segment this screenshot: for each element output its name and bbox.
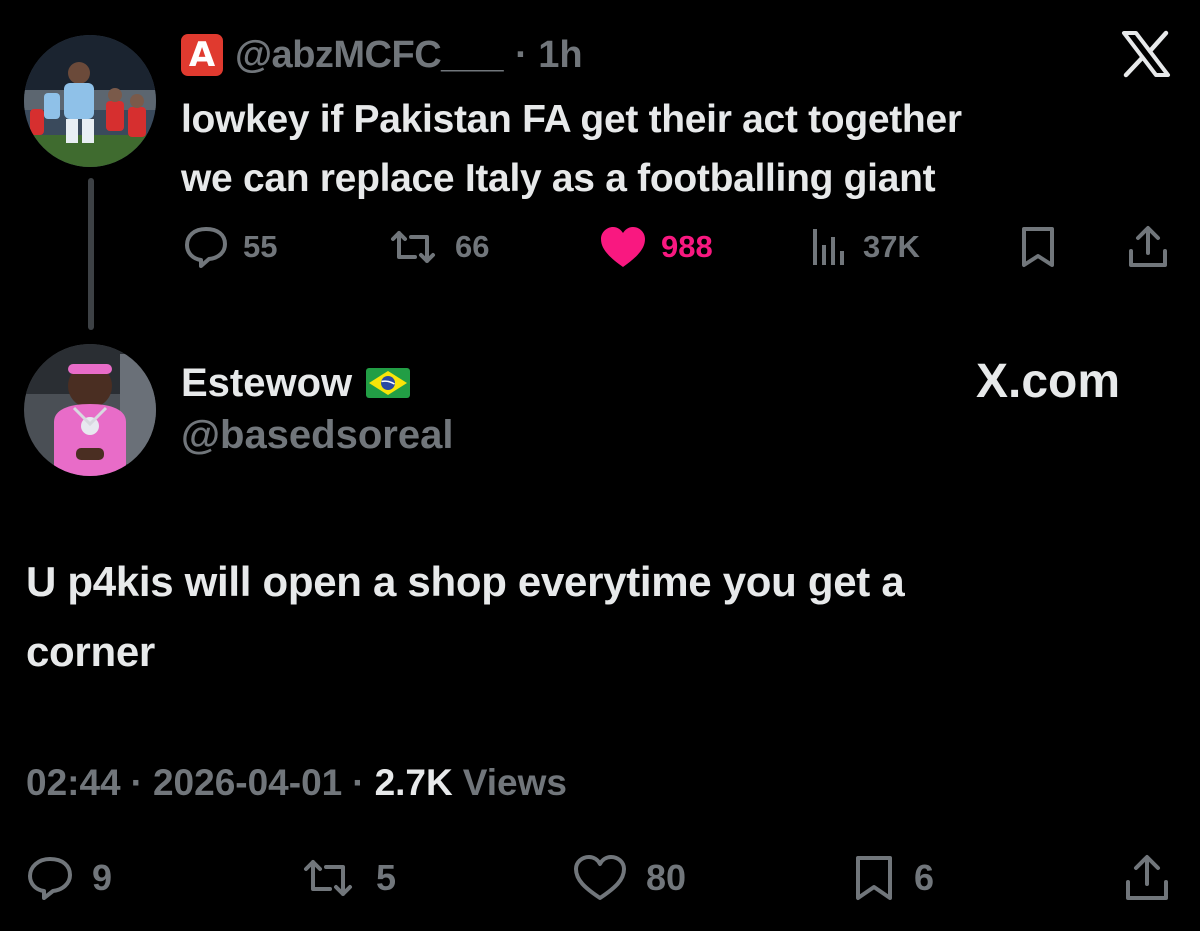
parent-repost-button[interactable]: 66 [385,222,489,272]
parent-avatar[interactable] [24,35,156,167]
meta-separator: · [130,762,143,803]
tweet-screenshot: A @abzMCFC___ · 1h lowkey if Pakistan FA… [0,0,1200,931]
thread-connector-line [88,178,94,330]
main-tweet-text: U p4kis will open a shop everytime you g… [26,547,1166,687]
parent-tweet-text: lowkey if Pakistan FA get their act toge… [181,90,1141,208]
heart-filled-icon [601,227,645,267]
main-repost-count: 5 [376,857,397,898]
parent-action-bar: 55 66 988 37K [181,222,1171,272]
parent-like-count: 988 [661,229,713,264]
main-handle[interactable]: @basedsoreal [181,413,453,458]
parent-views-button[interactable]: 37K [809,222,920,272]
parent-views-count: 37K [863,229,920,264]
parent-timestamp[interactable]: · 1h [515,34,583,77]
main-like-count: 80 [646,857,687,898]
parent-like-button[interactable]: 988 [599,222,713,272]
tweet-views-count: 2.7K [374,762,453,803]
parent-reply-count: 55 [243,229,278,264]
repost-icon [391,231,435,263]
main-avatar[interactable] [24,344,156,476]
a-emoji-badge-icon: A [181,34,223,76]
parent-text-line: lowkey if Pakistan FA get their act toge… [181,98,962,141]
bookmark-icon [1022,227,1054,267]
parent-bookmark-button[interactable] [1019,222,1057,272]
parent-tweet-header: A @abzMCFC___ · 1h [181,30,583,80]
parent-repost-count: 66 [455,229,490,264]
parent-reply-button[interactable]: 55 [183,222,277,272]
tweet-views-label: Views [462,762,567,803]
repost-icon [304,860,352,896]
main-text-line: corner [26,628,155,675]
main-display-name[interactable]: Estewow [181,361,352,406]
main-reply-count: 9 [92,857,113,898]
main-like-button[interactable]: 80 [572,848,686,908]
main-repost-button[interactable]: 5 [298,848,396,908]
main-share-button[interactable] [1124,848,1170,908]
tweet-time: 02:44 [26,762,121,803]
parent-share-button[interactable] [1127,222,1169,272]
tweet-meta-row: 02:44 · 2026-04-01 · 2.7K Views [26,756,567,810]
main-name-row: Estewow [181,355,411,411]
share-icon [1126,855,1168,900]
parent-handle[interactable]: @abzMCFC___ [235,34,504,77]
main-reply-button[interactable]: 9 [26,848,112,908]
parent-text-line: we can replace Italy as a footballing gi… [181,157,936,200]
x-com-watermark: X.com [976,355,1121,408]
main-text-line: U p4kis will open a shop everytime you g… [26,558,905,605]
heart-icon [574,855,626,900]
share-icon [1129,226,1167,267]
main-action-bar: 9 5 80 6 [26,848,1176,908]
views-icon [813,229,844,265]
bookmark-icon [856,856,892,900]
reply-icon [28,857,72,900]
main-bookmark-button[interactable]: 6 [852,848,934,908]
reply-icon [185,227,227,268]
tweet-date: 2026-04-01 [152,762,343,803]
brazil-flag-icon [366,368,411,398]
main-bookmark-count: 6 [914,857,935,898]
x-logo-icon [1120,30,1172,78]
meta-separator: · [352,762,365,803]
